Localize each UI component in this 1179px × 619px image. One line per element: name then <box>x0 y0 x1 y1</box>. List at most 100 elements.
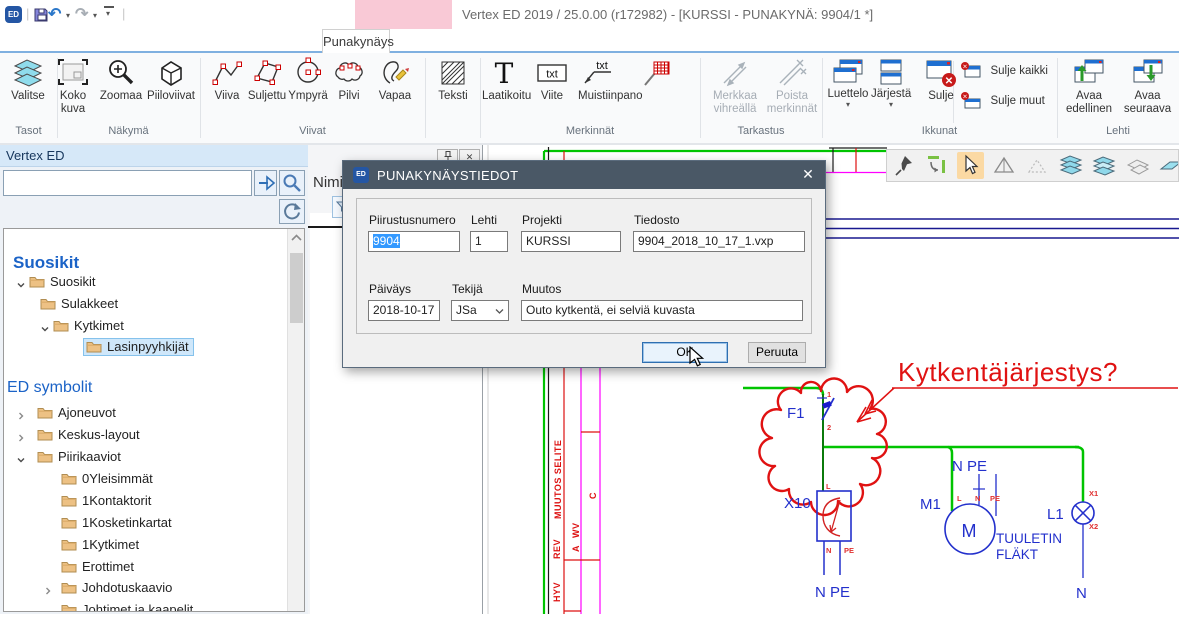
ribbon-button-avaa-edellinen[interactable]: Avaa edellinen <box>1060 56 1118 126</box>
drop-arrow-icon[interactable]: ▾ <box>871 101 911 109</box>
chevron-down-icon[interactable] <box>16 455 26 465</box>
ribbon-button-ympyra[interactable]: Ympyrä <box>286 56 330 126</box>
triangle-tool[interactable] <box>990 152 1017 179</box>
ribbon-button-teksti[interactable]: T Laatikoitu <box>482 56 526 126</box>
tree-item-body[interactable]: Kytkimet <box>50 317 129 335</box>
tree-item-1kontaktorit[interactable]: 1Kontaktorit <box>4 492 287 512</box>
ribbon-button-viiva[interactable]: Viiva <box>205 56 249 126</box>
ribbon-button-piiloviivat[interactable]: Piiloviivat <box>146 56 196 126</box>
ribbon-button-sulje-kaikki[interactable]: ✕ Sulje kaikki <box>960 61 1056 91</box>
flip-rotate-tool[interactable] <box>923 152 950 179</box>
ribbon-button-muistiinpano[interactable] <box>619 56 695 126</box>
pin-tool[interactable] <box>890 152 917 179</box>
select-cursor-tool[interactable] <box>957 152 984 179</box>
tree-item-body[interactable]: 1Kosketinkartat <box>58 514 177 532</box>
ribbon-button-avaa-seuraava[interactable]: Avaa seuraava <box>1119 56 1176 126</box>
ribbon-button-pilvi[interactable]: Pilvi <box>329 56 369 126</box>
tree-scrollbar[interactable] <box>287 229 304 611</box>
tree-expander[interactable] <box>16 409 26 424</box>
tree-item-body[interactable]: Erottimet <box>58 558 139 576</box>
tree-item-johtimet-ja-kaapelit[interactable]: Johtimet ja kaapelit <box>4 601 287 612</box>
tree-item-body[interactable]: Piirikaaviot <box>34 448 126 466</box>
undo-icon[interactable]: ↶ <box>48 4 61 24</box>
tree-item-1kosketinkartat[interactable]: 1Kosketinkartat <box>4 514 287 534</box>
tree-item-1kytkimet[interactable]: 1Kytkimet <box>4 536 287 556</box>
tree-item-kytkimet[interactable]: Kytkimet <box>4 317 287 337</box>
tab-punakynays[interactable]: Punakynäys <box>322 29 390 53</box>
ribbon-button-kuvio[interactable]: Teksti <box>429 56 477 126</box>
tree-item-body[interactable]: Lasinpyyhkijät <box>83 338 194 356</box>
tree-item-body[interactable]: Johdotuskaavio <box>58 579 177 597</box>
paivays-input[interactable]: 2018-10-17 <box>368 300 440 321</box>
tree-item-body[interactable]: Keskus-layout <box>34 426 145 444</box>
tree-item-suosikit[interactable]: Suosikit <box>4 273 287 293</box>
layers-flat-tool[interactable] <box>1124 152 1151 179</box>
ribbon-button-luettelo[interactable]: Luettelo ▾ <box>827 56 869 126</box>
tree-expander[interactable] <box>43 584 53 599</box>
tree-item-lasinpyyhkij-t[interactable]: Lasinpyyhkijät <box>4 338 287 358</box>
ribbon-button-zoomaa[interactable]: Zoomaa <box>97 56 145 126</box>
save-icon[interactable] <box>33 7 49 23</box>
search-input[interactable] <box>3 170 252 196</box>
tree-item-0yleisimm-t[interactable]: 0Yleisimmät <box>4 470 287 490</box>
ribbon-button-sulje-muut[interactable]: ✕ Sulje muut <box>960 91 1056 121</box>
cancel-button[interactable]: Peruuta <box>748 342 806 363</box>
tree-item-body[interactable]: Sulakkeet <box>37 295 123 313</box>
tree-item-johdotuskaavio[interactable]: Johdotuskaavio <box>4 579 287 599</box>
scroll-up-icon[interactable] <box>291 234 302 242</box>
ok-button[interactable]: OK <box>642 342 728 363</box>
chevron-down-icon[interactable] <box>40 324 50 334</box>
chevron-right-icon[interactable] <box>43 586 53 596</box>
dialog-titlebar[interactable]: ED PUNAKYNÄYSTIEDOT ✕ <box>343 161 825 189</box>
customize-quick-access-arrow[interactable]: ▾ <box>106 10 110 18</box>
scrollbar-thumb[interactable] <box>290 253 303 323</box>
tree-expander[interactable] <box>16 453 26 468</box>
layer-parallelogram-tool[interactable] <box>1158 152 1179 179</box>
ribbon-button-valitse[interactable]: Valitse <box>4 56 52 126</box>
tiedosto-input[interactable]: 9904_2018_10_17_1.vxp <box>633 231 805 252</box>
ribbon-button-koko-kuva[interactable]: Koko kuva <box>51 56 95 126</box>
ribbon-button-laatikoitu[interactable]: txt Viite <box>526 56 578 126</box>
lehti-input[interactable]: 1 <box>470 231 508 252</box>
sidebar-header[interactable]: Vertex ED <box>0 145 308 167</box>
chevron-right-icon[interactable] <box>16 411 26 421</box>
ribbon-button-jarjesta[interactable]: Järjestä ▾ <box>871 56 911 126</box>
go-button[interactable] <box>254 170 277 196</box>
undo-dropdown-icon[interactable]: ▾ <box>66 12 70 20</box>
tree-expander[interactable] <box>16 431 26 446</box>
search-button[interactable] <box>279 170 305 196</box>
piirustusnumero-input[interactable]: 9904 <box>368 231 460 252</box>
tree-item-body[interactable]: 1Kytkimet <box>58 536 144 554</box>
layers-stack-tool[interactable] <box>1057 152 1084 179</box>
tree-item-ajoneuvot[interactable]: Ajoneuvot <box>4 404 287 424</box>
tree-item-body[interactable]: Johtimet ja kaapelit <box>58 601 198 612</box>
redo-icon[interactable]: ↷ <box>75 4 88 24</box>
tekija-select[interactable]: JSa <box>451 300 509 321</box>
ribbon-button-sulje[interactable]: ✕ Sulje <box>921 56 961 126</box>
chevron-down-icon[interactable] <box>16 280 26 290</box>
symbol-tree-panel[interactable]: SuosikitSuosikitSulakkeetKytkimetLasinpy… <box>3 228 305 612</box>
muutos-input[interactable]: Outo kytkentä, ei selviä kuvasta <box>521 300 803 321</box>
dropdown-arrow-icon[interactable]: ▾ <box>827 101 869 109</box>
customize-quick-access-icon[interactable] <box>104 6 114 8</box>
dialog-close-button[interactable]: ✕ <box>799 166 817 183</box>
triangle-dashed-tool[interactable] <box>1024 152 1051 179</box>
tree-item-erottimet[interactable]: Erottimet <box>4 558 287 578</box>
tree-item-keskus-layout[interactable]: Keskus-layout <box>4 426 287 446</box>
ribbon-button-viite[interactable]: txt Muistiinpano <box>578 56 618 126</box>
tree-item-body[interactable]: 0Yleisimmät <box>58 470 158 488</box>
tree-item-sulakkeet[interactable]: Sulakkeet <box>4 295 287 315</box>
ribbon-button-vapaa[interactable]: Vapaa <box>372 56 418 126</box>
projekti-input[interactable]: KURSSI <box>521 231 621 252</box>
refresh-button[interactable] <box>279 199 305 224</box>
tree-expander[interactable] <box>40 322 50 337</box>
tree-expander[interactable] <box>16 278 26 293</box>
ribbon-button-suljettu[interactable]: Suljettu <box>244 56 290 126</box>
redo-dropdown-icon[interactable]: ▾ <box>93 12 97 20</box>
tree-item-body[interactable]: Suosikit <box>26 273 101 291</box>
layers-stack-2-tool[interactable] <box>1091 152 1118 179</box>
tree-item-piirikaaviot[interactable]: Piirikaaviot <box>4 448 287 468</box>
chevron-right-icon[interactable] <box>16 433 26 443</box>
tree-item-body[interactable]: 1Kontaktorit <box>58 492 156 510</box>
tree-item-body[interactable]: Ajoneuvot <box>34 404 121 422</box>
